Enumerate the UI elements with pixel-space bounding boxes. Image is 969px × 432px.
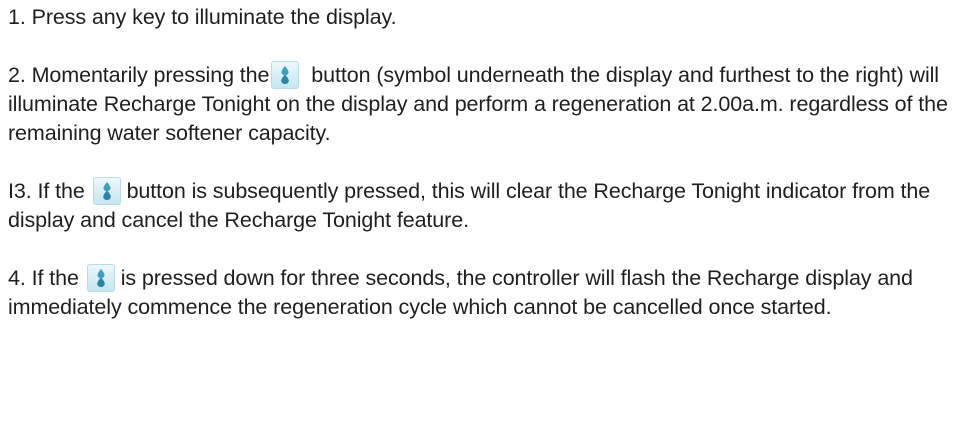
step-4-text-after: is pressed down for three seconds, the c… — [8, 266, 913, 319]
step-2: 2. Momentarily pressing the button (symb… — [8, 61, 966, 148]
recharge-button-icon — [271, 61, 300, 89]
instructions-document: 1. Press any key to illuminate the displ… — [8, 3, 966, 351]
step-1-text: 1. Press any key to illuminate the displ… — [8, 5, 397, 29]
recharge-button-icon — [86, 264, 115, 292]
step-4: 4. If the is pressed down for three seco… — [8, 264, 966, 322]
step-1: 1. Press any key to illuminate the displ… — [8, 3, 966, 32]
step-2-text-before: 2. Momentarily pressing the — [8, 63, 270, 87]
recharge-button-icon — [92, 177, 121, 205]
step-3-text-after: button is subsequently pressed, this wil… — [8, 179, 931, 232]
step-3: I3. If the button is subsequently presse… — [8, 177, 966, 235]
step-3-text-before: I3. If the — [8, 179, 85, 203]
step-4-text-before: 4. If the — [8, 266, 79, 290]
